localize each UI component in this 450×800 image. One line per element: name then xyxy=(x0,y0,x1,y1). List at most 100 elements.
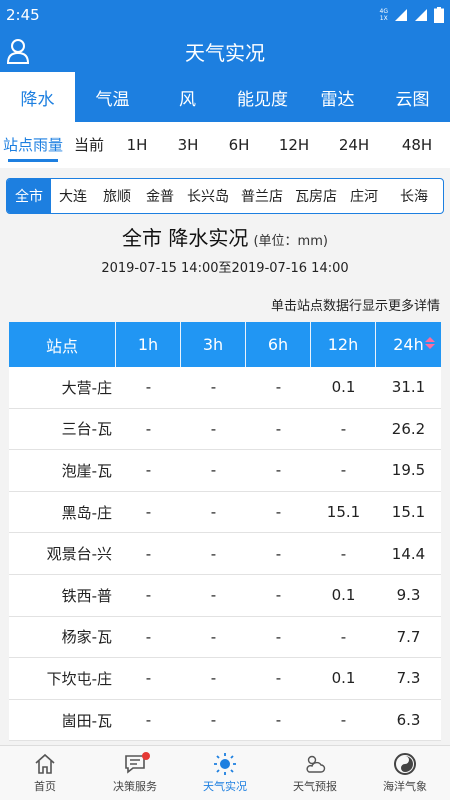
value-cell: - xyxy=(210,669,217,688)
status-bar: 2:45 4G 1X xyxy=(0,0,450,30)
tab-visibility[interactable]: 能见度 xyxy=(225,72,300,122)
tab-temperature[interactable]: 气温 xyxy=(75,72,150,122)
value-cell: 15.1 xyxy=(326,503,361,522)
filter-zhuanghe[interactable]: 庄河 xyxy=(343,179,385,213)
user-icon[interactable] xyxy=(6,38,30,64)
home-icon xyxy=(35,753,55,774)
table-row[interactable]: 泡崖-瓦 - - - - 19.5 xyxy=(9,450,441,492)
header-1h[interactable]: 1h xyxy=(116,322,181,367)
station-name-cell: 泡崖-瓦 xyxy=(61,461,112,480)
table-row[interactable]: 观景台-兴 - - - - 14.4 xyxy=(9,533,441,575)
nav-forecast[interactable]: 天气预报 xyxy=(270,746,360,800)
filter-wafangdian[interactable]: 瓦房店 xyxy=(289,179,343,213)
notification-badge xyxy=(142,752,150,760)
header-12h[interactable]: 12h xyxy=(311,322,376,367)
signal-icon xyxy=(395,9,407,21)
value-cell: - xyxy=(145,378,152,397)
summary-title: 全市 降水实况 xyxy=(122,226,249,250)
value-cell: - xyxy=(145,627,152,646)
value-cell: - xyxy=(210,711,217,730)
header-station[interactable]: 站点 xyxy=(9,322,116,367)
filter-changhai[interactable]: 长海 xyxy=(385,179,443,213)
interval-24h[interactable]: 24H xyxy=(324,122,384,168)
region-filter-bar: 全市 大连 旅顺 金普 长兴岛 普兰店 瓦房店 庄河 长海 xyxy=(6,178,444,214)
station-name-cell: 铁西-普 xyxy=(61,586,112,605)
tab-radar[interactable]: 雷达 xyxy=(300,72,375,122)
station-name-cell: 崮田-瓦 xyxy=(61,711,112,730)
header-3h[interactable]: 3h xyxy=(181,322,246,367)
interval-12h[interactable]: 12H xyxy=(264,122,324,168)
station-name-cell: 三台-瓦 xyxy=(61,420,112,439)
signal-2-icon xyxy=(415,9,427,21)
table-row[interactable]: 崮田-瓦 - - - - 6.3 xyxy=(9,699,441,742)
interval-1h[interactable]: 1H xyxy=(112,122,162,168)
detail-hint: 单击站点数据行显示更多详情 xyxy=(270,299,440,314)
summary-block: 全市 降水实况 (单位：mm) 2019-07-15 14:00至2019-07… xyxy=(0,222,450,276)
value-cell: 19.5 xyxy=(391,461,426,480)
value-cell: 0.1 xyxy=(331,378,356,397)
value-cell: 9.3 xyxy=(396,586,421,605)
time-range: 2019-07-15 14:00至2019-07-16 14:00 xyxy=(101,261,349,276)
table-row[interactable]: 三台-瓦 - - - - 26.2 xyxy=(9,408,441,451)
value-cell: - xyxy=(275,461,282,480)
value-cell: 6.3 xyxy=(396,711,421,730)
value-cell: - xyxy=(145,461,152,480)
nav-decision-label: 决策服务 xyxy=(113,780,157,793)
value-cell: - xyxy=(340,544,347,563)
value-cell: 15.1 xyxy=(391,503,426,522)
filter-jinpu[interactable]: 金普 xyxy=(139,179,181,213)
value-cell: - xyxy=(145,586,152,605)
table-row[interactable]: 铁西-普 - - - 0.1 9.3 xyxy=(9,574,441,617)
value-cell: - xyxy=(210,544,217,563)
category-tabs: 降水 气温 风 能见度 雷达 云图 xyxy=(0,72,450,122)
nav-ocean[interactable]: 海洋气象 xyxy=(360,746,450,800)
nav-weather-live-label: 天气实况 xyxy=(203,780,247,793)
value-cell: - xyxy=(145,503,152,522)
value-cell: - xyxy=(275,711,282,730)
table-row[interactable]: 大营-庄 - - - 0.1 31.1 xyxy=(9,367,441,409)
value-cell: - xyxy=(145,544,152,563)
interval-current[interactable]: 当前 xyxy=(66,122,112,168)
value-cell: - xyxy=(275,627,282,646)
interval-3h[interactable]: 3H xyxy=(162,122,214,168)
ocean-icon xyxy=(394,753,416,775)
interval-tabs: 站点雨量 当前 1H 3H 6H 12H 24H 48H xyxy=(0,122,450,168)
network-type: 4G 1X xyxy=(379,8,388,22)
nav-decision[interactable]: 决策服务 xyxy=(90,746,180,800)
station-name-cell: 下坎屯-庄 xyxy=(46,669,112,688)
table-row[interactable]: 下坎屯-庄 - - - 0.1 7.3 xyxy=(9,658,441,700)
value-cell: - xyxy=(210,419,217,438)
tab-wind[interactable]: 风 xyxy=(150,72,225,122)
table-row[interactable]: 杨家-瓦 - - - - 7.7 xyxy=(9,616,441,659)
value-cell: - xyxy=(275,544,282,563)
interval-6h[interactable]: 6H xyxy=(214,122,264,168)
interval-station-rainfall[interactable]: 站点雨量 xyxy=(0,122,66,168)
interval-48h[interactable]: 48H xyxy=(384,122,450,168)
filter-pulandian[interactable]: 普兰店 xyxy=(235,179,289,213)
system-icons: 4G 1X xyxy=(380,7,444,23)
header-6h[interactable]: 6h xyxy=(246,322,311,367)
precipitation-table: 站点 1h 3h 6h 12h 24h 大营-庄 - - - 0.1 31.1 三台-瓦 - -… xyxy=(9,322,441,742)
station-name-cell: 黑岛-庄 xyxy=(61,503,112,522)
table-header: 站点 1h 3h 6h 12h 24h xyxy=(9,322,441,367)
nav-home[interactable]: 首页 xyxy=(0,746,90,800)
bottom-nav: 首页 决策服务 天气实况 天气预报 海洋气象 xyxy=(0,745,450,800)
value-cell: - xyxy=(275,419,282,438)
value-cell: - xyxy=(340,627,347,646)
nav-weather-live[interactable]: 天气实况 xyxy=(180,746,270,800)
filter-changxingdao[interactable]: 长兴岛 xyxy=(181,179,235,213)
tab-precipitation[interactable]: 降水 xyxy=(0,72,75,122)
table-row[interactable]: 黑岛-庄 - - - 15.1 15.1 xyxy=(9,491,441,534)
tab-cloud-map[interactable]: 云图 xyxy=(375,72,450,122)
header-24h[interactable]: 24h xyxy=(376,322,441,367)
filter-lvshun[interactable]: 旅顺 xyxy=(95,179,139,213)
cloud-sun-icon xyxy=(306,755,326,773)
value-cell: - xyxy=(210,627,217,646)
value-cell: - xyxy=(275,378,282,397)
filter-all-city[interactable]: 全市 xyxy=(7,179,51,213)
sort-icon xyxy=(425,337,435,349)
value-cell: - xyxy=(210,586,217,605)
section-divider xyxy=(0,168,450,176)
value-cell: 7.7 xyxy=(396,627,421,646)
filter-dalian[interactable]: 大连 xyxy=(51,179,95,213)
